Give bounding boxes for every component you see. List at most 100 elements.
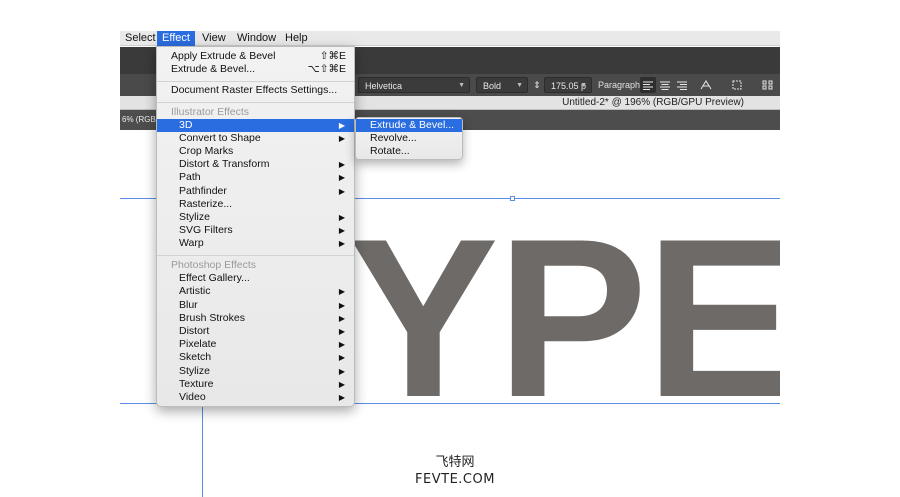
shortcut-label: ⇧⌘E [319,50,346,62]
menu-item-svg-filters[interactable]: SVG Filters ▶ [157,224,354,237]
page: Select Effect View Window Help Helvetica… [0,0,900,497]
submenu-arrow-icon: ▶ [338,239,345,248]
menu-item-label: Texture [179,378,214,390]
watermark: 飞特网 FEVTE.COM [395,455,515,489]
photoshop-effects-header: Photoshop Effects [171,259,257,271]
submenu-3d: Extrude & Bevel... Revolve... Rotate... [355,117,463,160]
menu-view[interactable]: View [197,31,231,46]
submenu-item-extrude-bevel[interactable]: Extrude & Bevel... [356,119,462,132]
submenu-arrow-icon: ▶ [338,173,345,182]
menu-item-label: Stylize [179,365,210,377]
menu-item-label: Distort & Transform [179,158,270,170]
submenu-arrow-icon: ▶ [338,134,345,143]
menu-separator [157,255,354,256]
submenu-arrow-icon: ▶ [338,121,345,130]
menu-item-artistic[interactable]: Artistic ▶ [157,285,354,298]
menu-item-pathfinder[interactable]: Pathfinder ▶ [157,185,354,198]
menu-separator [157,81,354,82]
submenu-arrow-icon: ▶ [338,301,345,310]
submenu-arrow-icon: ▶ [338,226,345,235]
menu-window[interactable]: Window [232,31,281,46]
menu-item-effect-gallery[interactable]: Effect Gallery... [157,272,354,285]
menu-item-label: Crop Marks [179,145,234,157]
document-title: Untitled-2* @ 196% (RGB/GPU Preview) [562,97,744,108]
transform-icon[interactable] [730,77,746,93]
menu-select[interactable]: Select [120,31,161,46]
menu-item-stylize[interactable]: Stylize ▶ [157,211,354,224]
submenu-arrow-icon: ▶ [338,187,345,196]
submenu-arrow-icon: ▶ [338,314,345,323]
menu-item-extrude-bevel[interactable]: Extrude & Bevel... ⌥⇧⌘E [157,63,354,76]
shortcut-label: ⌥⇧⌘E [307,63,346,75]
submenu-arrow-icon: ▶ [338,367,345,376]
menu-item-label: Video [179,391,206,403]
font-family-value: Helvetica [365,81,403,91]
chevron-down-icon: ▼ [580,82,587,89]
menu-item-sketch[interactable]: Sketch ▶ [157,351,354,364]
font-size-field[interactable]: 175.05 p ▼ [544,77,592,93]
menu-item-texture[interactable]: Texture ▶ [157,378,354,391]
menu-item-label: Effect Gallery... [179,272,250,284]
submenu-arrow-icon: ▶ [338,353,345,362]
menu-item-convert-to-shape[interactable]: Convert to Shape ▶ [157,132,354,145]
menu-item-3d[interactable]: 3D ▶ [157,119,354,132]
menu-item-label: Document Raster Effects Settings... [171,84,338,96]
menu-item-path[interactable]: Path ▶ [157,171,354,184]
submenu-arrow-icon: ▶ [338,327,345,336]
menu-item-document-raster-settings[interactable]: Document Raster Effects Settings... [157,84,354,97]
menu-item-label: Stylize [179,211,210,223]
menu-item-label: Extrude & Bevel... [171,63,256,75]
watermark-cn: 飞特网 [435,455,475,470]
menu-item-distort-transform[interactable]: Distort & Transform ▶ [157,158,354,171]
stepper-icon[interactable]: ⇕ [532,77,542,93]
menu-item-label: Convert to Shape [179,132,261,144]
chevron-down-icon: ▼ [516,82,523,89]
grid-icon[interactable] [760,77,776,93]
character-options-icon[interactable] [698,77,714,93]
menu-item-label: 3D [179,119,193,131]
menu-item-distort[interactable]: Distort ▶ [157,325,354,338]
submenu-item-rotate[interactable]: Rotate... [356,145,462,158]
menu-item-label: Distort [179,325,210,337]
align-right-icon[interactable] [674,77,690,93]
menu-item-label: Pathfinder [179,185,227,197]
menu-item-pixelate[interactable]: Pixelate ▶ [157,338,354,351]
menu-item-brush-strokes[interactable]: Brush Strokes ▶ [157,312,354,325]
menu-item-stylize-ps[interactable]: Stylize ▶ [157,365,354,378]
font-style-select[interactable]: Bold ▼ [476,77,528,93]
submenu-arrow-icon: ▶ [338,393,345,402]
menu-item-rasterize[interactable]: Rasterize... [157,198,354,211]
submenu-arrow-icon: ▶ [338,287,345,296]
submenu-arrow-icon: ▶ [338,213,345,222]
illustrator-effects-header: Illustrator Effects [171,106,250,118]
menu-effect[interactable]: Effect [157,31,195,46]
menu-help[interactable]: Help [280,31,313,46]
menu-item-label: Rasterize... [179,198,233,210]
submenu-item-revolve[interactable]: Revolve... [356,132,462,145]
chevron-down-icon: ▼ [458,82,465,89]
menu-item-video[interactable]: Video ▶ [157,391,354,404]
font-family-select[interactable]: Helvetica ▼ [358,77,470,93]
submenu-arrow-icon: ▶ [338,160,345,169]
menu-item-label: Sketch [179,351,212,363]
align-center-icon[interactable] [657,77,673,93]
menu-item-crop-marks[interactable]: Crop Marks [157,145,354,158]
menu-item-label: Apply Extrude & Bevel [171,50,276,62]
menu-item-label: Artistic [179,285,211,297]
menu-item-apply-extrude-bevel[interactable]: Apply Extrude & Bevel ⇧⌘E [157,50,354,63]
menu-item-label: Path [179,171,201,183]
illustrator-window: Select Effect View Window Help Helvetica… [120,31,780,497]
align-left-icon[interactable] [640,77,656,93]
paragraph-label[interactable]: Paragraph: [598,77,643,93]
menu-item-label: Warp [179,237,204,249]
menu-item-warp[interactable]: Warp ▶ [157,237,354,250]
menu-item-label: Blur [179,299,198,311]
menubar: Select Effect View Window Help [120,31,780,46]
menu-item-label: SVG Filters [179,224,233,236]
submenu-arrow-icon: ▶ [338,380,345,389]
menu-item-blur[interactable]: Blur ▶ [157,299,354,312]
menu-item-label: Pixelate [179,338,217,350]
menu-item-label: Brush Strokes [179,312,245,324]
watermark-en: FEVTE.COM [415,472,495,487]
type-artwork[interactable]: YPE [348,205,780,431]
